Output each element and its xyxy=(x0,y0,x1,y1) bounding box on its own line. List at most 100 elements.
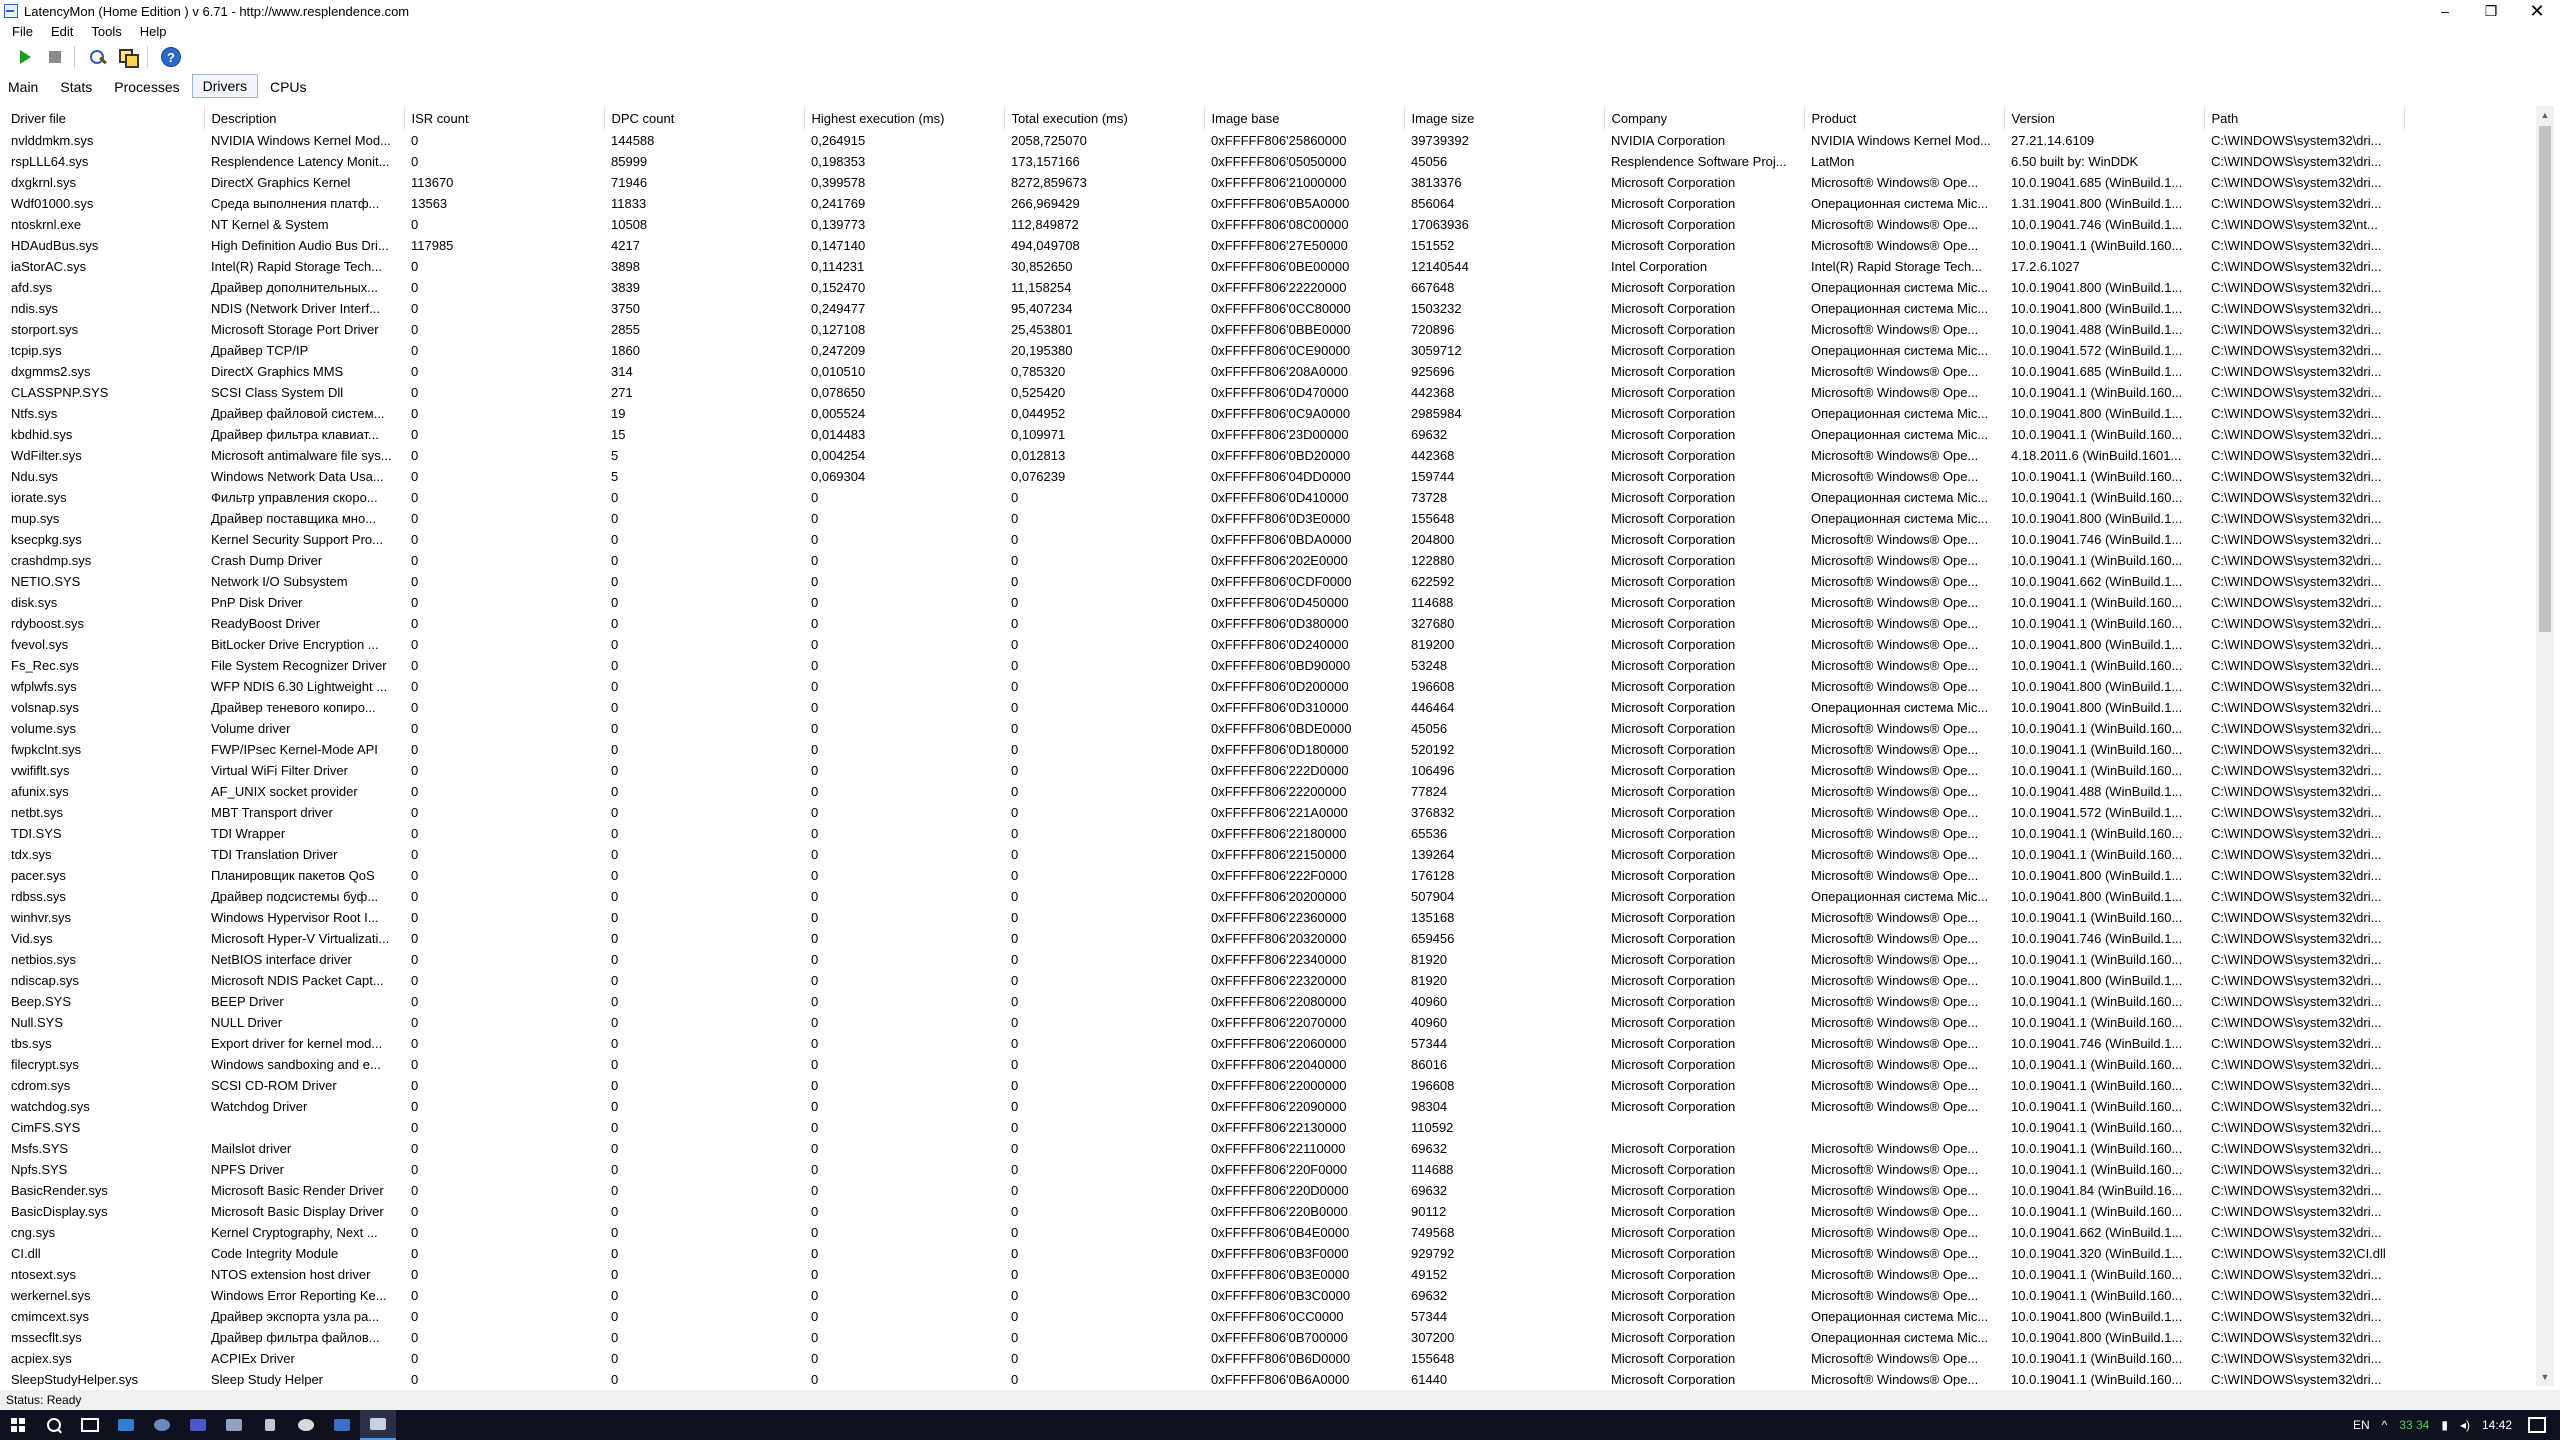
taskbar-app-2[interactable] xyxy=(144,1410,180,1440)
table-row[interactable]: vwififlt.sys Virtual WiFi Filter Driver 0 0… xyxy=(4,760,2404,781)
table-row[interactable]: crashdmp.sys Crash Dump Driver 0 0 0 0 0xFFFFF… xyxy=(4,550,2404,571)
tray-language[interactable]: EN xyxy=(2353,1418,2370,1432)
tray-volume-icon[interactable]: ◂) xyxy=(2460,1418,2470,1432)
table-row[interactable]: Fs_Rec.sys File System Recognizer Driver 0… xyxy=(4,655,2404,676)
start-monitor-button[interactable] xyxy=(12,45,38,69)
column-header-isr-count[interactable]: ISR count xyxy=(404,106,605,130)
vertical-scrollbar[interactable]: ▲ ▼ xyxy=(2536,106,2554,1386)
table-row[interactable]: Wdf01000.sys Среда выполнения платф... 135… xyxy=(4,193,2404,214)
table-row[interactable]: tbs.sys Export driver for kernel mod... 0 0… xyxy=(4,1033,2404,1054)
table-row[interactable]: ksecpkg.sys Kernel Security Support Pro..… xyxy=(4,529,2404,550)
table-row[interactable]: TDI.SYS TDI Wrapper 0 0 0 0 0xFFFFF806'2218000… xyxy=(4,823,2404,844)
table-row[interactable]: watchdog.sys Watchdog Driver 0 0 0 0 0xFFFFF80… xyxy=(4,1096,2404,1117)
taskbar-app-8[interactable] xyxy=(360,1410,396,1440)
task-view-button[interactable] xyxy=(72,1410,108,1440)
taskbar-app-3[interactable] xyxy=(180,1410,216,1440)
table-row[interactable]: fwpkclnt.sys FWP/IPsec Kernel-Mode API 0 0 0… xyxy=(4,739,2404,760)
search-button[interactable] xyxy=(36,1410,72,1440)
table-row[interactable]: WdFilter.sys Microsoft antimalware file s… xyxy=(4,445,2404,466)
column-header-company[interactable]: Company xyxy=(1604,106,1805,130)
copy-button[interactable] xyxy=(115,45,141,69)
minimize-button[interactable]: – xyxy=(2422,0,2468,22)
maximize-button[interactable]: ❒ xyxy=(2468,0,2514,22)
column-header-path[interactable]: Path xyxy=(2204,106,2405,130)
table-row[interactable]: cdrom.sys SCSI CD-ROM Driver 0 0 0 0 0xFFFFF80… xyxy=(4,1075,2404,1096)
table-row[interactable]: acpiex.sys ACPIEx Driver 0 0 0 0 0xFFFFF806'0B… xyxy=(4,1348,2404,1369)
column-header-image-base[interactable]: Image base xyxy=(1204,106,1405,130)
tray-expand-icon[interactable]: ^ xyxy=(2382,1418,2388,1432)
table-row[interactable]: pacer.sys Планировщик пакетов QoS 0 0 0 0 0xFF… xyxy=(4,865,2404,886)
column-header-product[interactable]: Product xyxy=(1804,106,2005,130)
table-row[interactable]: iorate.sys Фильтр управления скоро... 0 0 0 0… xyxy=(4,487,2404,508)
taskbar-app-5[interactable] xyxy=(252,1410,288,1440)
table-row[interactable]: tdx.sys TDI Translation Driver 0 0 0 0 0xFFFFF… xyxy=(4,844,2404,865)
table-row[interactable]: Null.SYS NULL Driver 0 0 0 0 0xFFFFF806'220700… xyxy=(4,1012,2404,1033)
table-row[interactable]: cmimcext.sys Драйвер экспорта узла ра... 0… xyxy=(4,1306,2404,1327)
help-button[interactable]: ? xyxy=(158,45,184,69)
table-row[interactable]: ndis.sys NDIS (Network Driver Interf... 0 3… xyxy=(4,298,2404,319)
tray-clock[interactable]: 14:42 xyxy=(2482,1418,2512,1432)
table-row[interactable]: ntosext.sys NTOS extension host driver 0 0 0… xyxy=(4,1264,2404,1285)
table-row[interactable]: storport.sys Microsoft Storage Port Drive… xyxy=(4,319,2404,340)
table-row[interactable]: fvevol.sys BitLocker Drive Encryption ...… xyxy=(4,634,2404,655)
tools-button[interactable] xyxy=(85,45,111,69)
table-row[interactable]: CI.dll Code Integrity Module 0 0 0 0 0xFFFFF80… xyxy=(4,1243,2404,1264)
scroll-down-arrow-icon[interactable]: ▼ xyxy=(2536,1368,2554,1386)
table-row[interactable]: tcpip.sys Драйвер TCP/IP 0 1860 0,247209 20,1… xyxy=(4,340,2404,361)
tab-main[interactable]: Main xyxy=(0,76,48,98)
table-row[interactable]: mup.sys Драйвер поставщика мно... 0 0 0 0 0xFF… xyxy=(4,508,2404,529)
table-row[interactable]: disk.sys PnP Disk Driver 0 0 0 0 0xFFFFF806'0D… xyxy=(4,592,2404,613)
table-row[interactable]: Beep.SYS BEEP Driver 0 0 0 0 0xFFFFF806'220800… xyxy=(4,991,2404,1012)
notifications-icon[interactable] xyxy=(2528,1417,2546,1433)
table-row[interactable]: BasicRender.sys Microsoft Basic Render Dr… xyxy=(4,1180,2404,1201)
table-row[interactable]: dxgkrnl.sys DirectX Graphics Kernel 113670… xyxy=(4,172,2404,193)
table-row[interactable]: Npfs.SYS NPFS Driver 0 0 0 0 0xFFFFF806'220F00… xyxy=(4,1159,2404,1180)
table-row[interactable]: winhvr.sys Windows Hypervisor Root I... 0 0… xyxy=(4,907,2404,928)
table-row[interactable]: kbdhid.sys Драйвер фильтра клавиат... 0 15 0… xyxy=(4,424,2404,445)
table-row[interactable]: NETIO.SYS Network I/O Subsystem 0 0 0 0 0xFFFF… xyxy=(4,571,2404,592)
stop-monitor-button[interactable] xyxy=(42,45,68,69)
scroll-thumb[interactable] xyxy=(2539,126,2551,632)
table-row[interactable]: nvlddmkm.sys NVIDIA Windows Kernel Mod...… xyxy=(4,130,2404,151)
close-button[interactable]: ✕ xyxy=(2514,0,2560,22)
column-header-dpc-count[interactable]: DPC count xyxy=(604,106,805,130)
table-row[interactable]: netbios.sys NetBIOS interface driver 0 0 0 0 0… xyxy=(4,949,2404,970)
column-header-highest-execution[interactable]: Highest execution (ms) xyxy=(804,106,1005,130)
taskbar-app-7[interactable] xyxy=(324,1410,360,1440)
table-row[interactable]: Vid.sys Microsoft Hyper-V Virtualizati...… xyxy=(4,928,2404,949)
table-row[interactable]: rdyboost.sys ReadyBoost Driver 0 0 0 0 0xFFFFF… xyxy=(4,613,2404,634)
table-row[interactable]: Msfs.SYS Mailslot driver 0 0 0 0 0xFFFFF806'22… xyxy=(4,1138,2404,1159)
menu-help[interactable]: Help xyxy=(128,24,173,39)
table-row[interactable]: CimFS.SYS 0 0 0 0 0xFFFFF806'22130000 110592 10… xyxy=(4,1117,2404,1138)
table-row[interactable]: ntoskrnl.exe NT Kernel & System 0 10508 0,13… xyxy=(4,214,2404,235)
column-header-image-size[interactable]: Image size xyxy=(1404,106,1605,130)
table-row[interactable]: mssecflt.sys Драйвер фильтра файлов... 0 0 0… xyxy=(4,1327,2404,1348)
taskbar-app-4[interactable] xyxy=(216,1410,252,1440)
table-row[interactable]: afd.sys Драйвер дополнительных... 0 3839 0,1… xyxy=(4,277,2404,298)
table-row[interactable]: volume.sys Volume driver 0 0 0 0 0xFFFFF806'0B… xyxy=(4,718,2404,739)
table-row[interactable]: cng.sys Kernel Cryptography, Next ... 0 0 0 0… xyxy=(4,1222,2404,1243)
menu-file[interactable]: File xyxy=(0,24,39,39)
tray-temperature[interactable]: 33 34 xyxy=(2399,1418,2429,1432)
table-row[interactable]: werkernel.sys Windows Error Reporting Ke.… xyxy=(4,1285,2404,1306)
column-header-total-execution[interactable]: Total execution (ms) xyxy=(1004,106,1205,130)
menu-tools[interactable]: Tools xyxy=(79,24,127,39)
table-row[interactable]: wfplwfs.sys WFP NDIS 6.30 Lightweight ...… xyxy=(4,676,2404,697)
table-row[interactable]: dxgmms2.sys DirectX Graphics MMS 0 314 0,010… xyxy=(4,361,2404,382)
column-header-version[interactable]: Version xyxy=(2004,106,2205,130)
taskbar-app-1[interactable] xyxy=(108,1410,144,1440)
table-row[interactable]: volsnap.sys Драйвер теневого копиро... 0 0 0… xyxy=(4,697,2404,718)
table-row[interactable]: BasicDisplay.sys Microsoft Basic Display … xyxy=(4,1201,2404,1222)
table-row[interactable]: iaStorAC.sys Intel(R) Rapid Storage Tech.… xyxy=(4,256,2404,277)
menu-edit[interactable]: Edit xyxy=(39,24,79,39)
start-button[interactable] xyxy=(0,1410,36,1440)
taskbar-app-6[interactable] xyxy=(288,1410,324,1440)
table-row[interactable]: Ndu.sys Windows Network Data Usa... 0 5 0,06… xyxy=(4,466,2404,487)
table-row[interactable]: afunix.sys AF_UNIX socket provider 0 0 0 0 0xF… xyxy=(4,781,2404,802)
table-row[interactable]: Ntfs.sys Драйвер файловой систем... 0 19 0,0… xyxy=(4,403,2404,424)
tab-drivers[interactable]: Drivers xyxy=(191,74,258,98)
column-header-description[interactable]: Description xyxy=(204,106,405,130)
scroll-up-arrow-icon[interactable]: ▲ xyxy=(2536,106,2554,124)
table-row[interactable]: CLASSPNP.SYS SCSI Class System Dll 0 271 0,0… xyxy=(4,382,2404,403)
tab-cpus[interactable]: CPUs xyxy=(260,76,317,98)
